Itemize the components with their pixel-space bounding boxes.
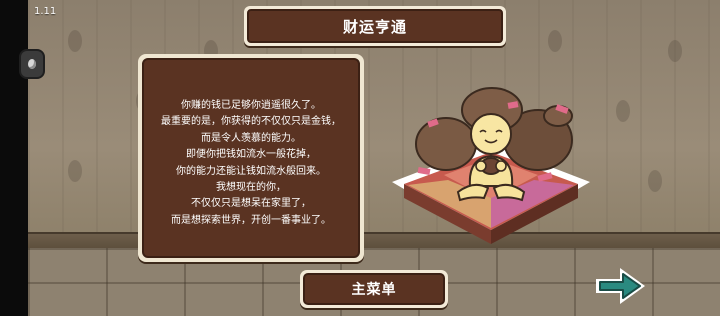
title-banner: 财运亨通 [244,6,506,46]
screen-edge [0,0,28,316]
story-line: 你赚的钱已足够你逍遥很久了。 [181,100,321,111]
story-line: 最重要的是，你获得的不仅仅只是金钱， [161,116,341,128]
main-menu-button[interactable]: 主菜单 [300,270,448,308]
game-scene: 1.11 财运亨通 你赚的钱已足够你逍遥很久了。 最重要的是，你获得的不仅仅只是… [0,0,720,316]
arrow-right-icon[interactable] [592,265,648,307]
status-time: 1.11 [34,6,57,17]
story-line: 我想现在的你， [216,182,286,194]
story-text: 你赚的钱已足够你逍遥很久了。 最重要的是，你获得的不仅仅只是金钱， 而是令人羡慕… [142,58,360,258]
story-line: 而是令人羡慕的能力。 [201,132,301,144]
camera-icon[interactable] [19,49,45,79]
main-menu-label: 主菜单 [303,273,445,305]
story-panel: 你赚的钱已足够你逍遥很久了。 最重要的是，你获得的不仅仅只是金钱， 而是令人羡慕… [138,54,364,262]
story-line: 你的能力还能让钱如流水般回来。 [176,165,326,177]
money-bags-character-illustration [392,87,590,244]
story-line: 而是想探索世界，开创一番事业了。 [171,214,331,226]
page-title: 财运亨通 [247,9,503,43]
story-line: 即便你把钱如流水一般花掉， [186,149,316,161]
story-line: 不仅仅只是想呆在家里了， [191,198,311,210]
